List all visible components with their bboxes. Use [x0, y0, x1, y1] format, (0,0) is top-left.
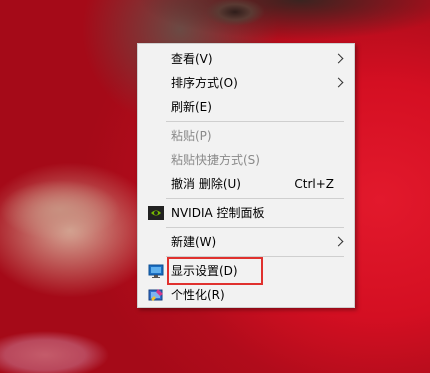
menu-item-nvidia-control-panel[interactable]: NVIDIA 控制面板 [138, 201, 354, 225]
chevron-right-icon [333, 77, 344, 88]
menu-item-personalize[interactable]: 个性化(R) [138, 283, 354, 307]
menu-item-label: 显示设置(D) [171, 264, 238, 278]
menu-item-label: 个性化(R) [171, 288, 225, 302]
desktop-context-menu: 查看(V) 排序方式(O) 刷新(E) 粘贴(P) 粘贴快捷方式(S) 撤消 删… [137, 43, 355, 308]
menu-item-view[interactable]: 查看(V) [138, 47, 354, 71]
personalize-icon [148, 289, 163, 301]
menu-item-label: 刷新(E) [171, 100, 212, 114]
menu-item-label: 撤消 删除(U) [171, 177, 241, 191]
menu-item-label: 粘贴快捷方式(S) [171, 153, 260, 167]
menu-item-label: 排序方式(O) [171, 76, 238, 90]
display-icon [148, 264, 164, 278]
menu-item-paste: 粘贴(P) [138, 124, 354, 148]
chevron-right-icon [333, 53, 344, 64]
menu-item-label: 查看(V) [171, 52, 213, 66]
menu-item-undo-delete[interactable]: 撤消 删除(U) Ctrl+Z [138, 172, 354, 196]
menu-separator [166, 121, 344, 122]
menu-item-label: 新建(W) [171, 235, 217, 249]
wallpaper-shadow [0, 160, 130, 240]
menu-item-display-settings[interactable]: 显示设置(D) [138, 259, 354, 283]
menu-item-new[interactable]: 新建(W) [138, 230, 354, 254]
nvidia-icon [148, 206, 164, 220]
menu-item-label: 粘贴(P) [171, 129, 212, 143]
menu-item-paste-shortcut: 粘贴快捷方式(S) [138, 148, 354, 172]
menu-separator [166, 256, 344, 257]
menu-separator [166, 227, 344, 228]
menu-item-sort-by[interactable]: 排序方式(O) [138, 71, 354, 95]
wallpaper-eye [200, 0, 270, 30]
menu-item-refresh[interactable]: 刷新(E) [138, 95, 354, 119]
chevron-right-icon [333, 236, 344, 247]
menu-separator [166, 198, 344, 199]
menu-item-shortcut: Ctrl+Z [294, 177, 334, 191]
menu-item-label: NVIDIA 控制面板 [171, 206, 265, 220]
